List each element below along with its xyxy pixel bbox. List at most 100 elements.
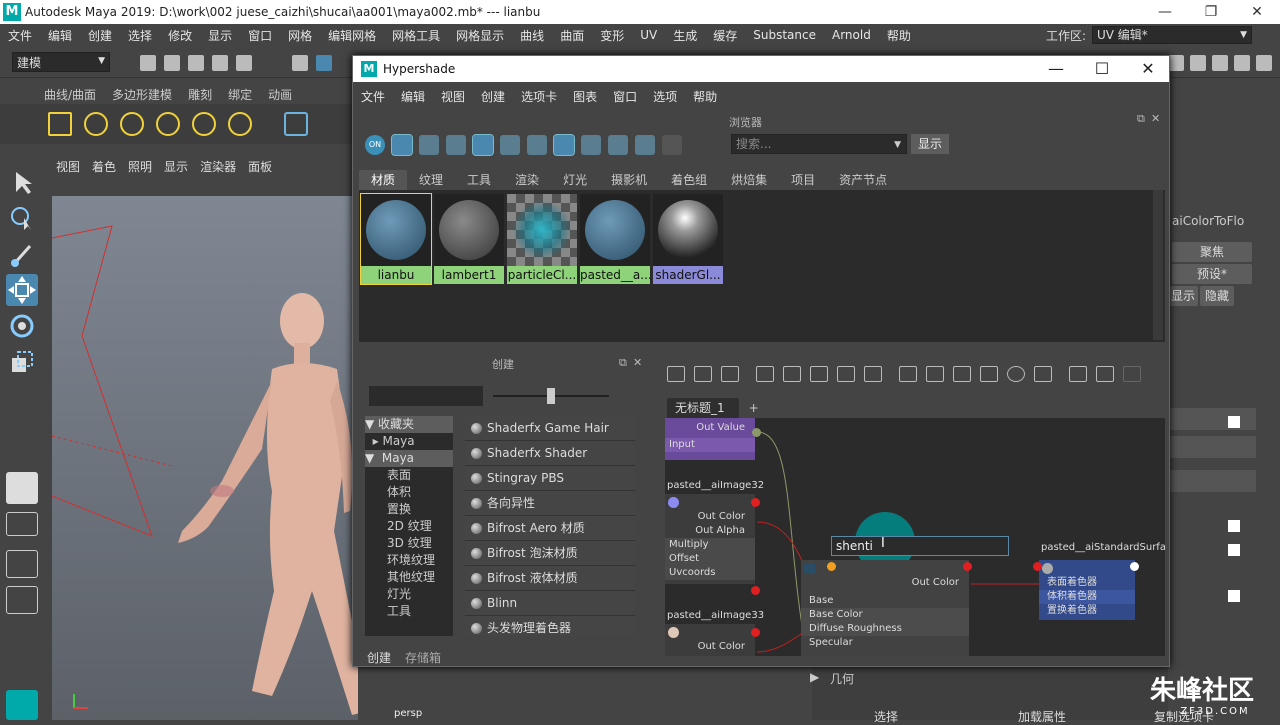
- shader-item[interactable]: Shaderfx Game Hair: [465, 416, 635, 441]
- graph-tab-untitled[interactable]: 无标题_1: [667, 398, 739, 418]
- presets-button[interactable]: 预设*: [1172, 264, 1252, 284]
- category-volume[interactable]: 体积: [365, 484, 453, 501]
- minimize-icon[interactable]: —: [1142, 0, 1188, 24]
- menu-substance[interactable]: Substance: [745, 28, 824, 42]
- shader-item[interactable]: Bifrost 泡沫材质: [465, 541, 635, 566]
- large-swatch-icon[interactable]: [500, 135, 520, 155]
- swatch-scrollbar[interactable]: [1153, 190, 1163, 340]
- connected-mode-icon[interactable]: [926, 366, 944, 382]
- sort-by-type-icon[interactable]: [581, 135, 601, 155]
- shader-item[interactable]: 各向异性: [465, 491, 635, 516]
- shelf-tab-rigging[interactable]: 绑定: [220, 86, 260, 103]
- port-base-color[interactable]: Base Color: [801, 608, 969, 622]
- tab-cameras[interactable]: 摄影机: [599, 170, 659, 190]
- graph-io-icon[interactable]: [694, 366, 712, 382]
- expand-arrow-icon[interactable]: ▶: [810, 670, 819, 684]
- shader-item[interactable]: Bifrost 液体材质: [465, 566, 635, 591]
- category-other-textures[interactable]: 其他纹理: [365, 569, 453, 586]
- checker-map-icon[interactable]: [1228, 416, 1240, 428]
- port-multiply[interactable]: Multiply: [665, 538, 755, 552]
- menu-curves[interactable]: 曲线: [512, 27, 552, 44]
- clear-graph-icon[interactable]: [810, 366, 828, 382]
- add-graph-tab-button[interactable]: +: [739, 398, 769, 418]
- lasso-tool-icon[interactable]: [6, 202, 38, 234]
- xlarge-swatch-icon[interactable]: [527, 135, 547, 155]
- frame-all-icon[interactable]: [1034, 366, 1052, 382]
- create-float-icon[interactable]: ⧉: [619, 356, 627, 370]
- viewport-menu-show[interactable]: 显示: [158, 158, 194, 175]
- open-scene-icon[interactable]: [164, 55, 180, 71]
- tab-materials[interactable]: 材质: [359, 170, 408, 190]
- load-attributes-button[interactable]: 加载属性: [1018, 708, 1066, 725]
- viewport-menu-panels[interactable]: 面板: [242, 158, 278, 175]
- material-swatch[interactable]: lianbu: [360, 193, 432, 285]
- aiimage33-node[interactable]: Out Color: [665, 624, 755, 656]
- menu-edit[interactable]: 编辑: [40, 27, 80, 44]
- port-out-color[interactable]: Out Color: [665, 640, 755, 654]
- show-button[interactable]: 显示: [1168, 286, 1198, 306]
- pin-icon[interactable]: [1123, 366, 1141, 382]
- shelf-tab-animation[interactable]: 动画: [260, 86, 300, 103]
- mode-dropdown[interactable]: 建模: [12, 52, 110, 72]
- show-filter-button[interactable]: 显示: [911, 134, 949, 154]
- save-scene-icon[interactable]: [188, 55, 204, 71]
- shader-item[interactable]: Stingray PBS: [465, 466, 635, 491]
- menu-display[interactable]: 显示: [200, 27, 240, 44]
- medium-swatch-icon[interactable]: [472, 134, 494, 156]
- attribute-editor-icon[interactable]: [1234, 55, 1250, 71]
- restore-icon[interactable]: ❐: [1188, 0, 1234, 24]
- port-volume-shader[interactable]: 体积着色器: [1039, 590, 1135, 604]
- checker-map-icon[interactable]: [1228, 590, 1240, 602]
- scale-tool-icon[interactable]: [6, 346, 38, 378]
- viewport-menu-shading[interactable]: 着色: [86, 158, 122, 175]
- node-rename-field[interactable]: shenti: [831, 536, 1009, 556]
- shader-item[interactable]: Blinn: [465, 591, 635, 616]
- toggle-swatch-icon[interactable]: [864, 366, 882, 382]
- character-model[interactable]: [162, 291, 358, 720]
- poly-cube-icon[interactable]: [284, 112, 308, 136]
- panel-layout-icon[interactable]: [1212, 55, 1228, 71]
- focus-button[interactable]: 聚焦: [1172, 242, 1252, 262]
- filter-icon[interactable]: [662, 135, 682, 155]
- category-surface[interactable]: 表面: [365, 467, 453, 484]
- tab-bake-sets[interactable]: 烘焙集: [719, 170, 779, 190]
- port-out-color[interactable]: Out Color: [801, 576, 969, 590]
- port-dot[interactable]: [751, 628, 760, 637]
- redo-icon[interactable]: [236, 55, 252, 71]
- port-input[interactable]: Input: [665, 438, 755, 452]
- slider-handle[interactable]: [547, 388, 555, 404]
- port-dot[interactable]: [751, 586, 760, 595]
- category-env-textures[interactable]: 环境纹理: [365, 552, 453, 569]
- menu-mesh-tools[interactable]: 网格工具: [384, 27, 448, 44]
- menu-surfaces[interactable]: 曲面: [552, 27, 592, 44]
- hs-menu-options[interactable]: 选项: [645, 88, 685, 105]
- sort-by-name-icon[interactable]: [553, 134, 575, 156]
- menu-file[interactable]: 文件: [0, 27, 40, 44]
- menu-uv[interactable]: UV: [632, 28, 665, 42]
- hide-button[interactable]: 隐藏: [1200, 286, 1234, 306]
- material-swatch[interactable]: pasted__a...: [580, 194, 650, 284]
- menu-arnold[interactable]: Arnold: [824, 28, 879, 42]
- category-3d-textures[interactable]: 3D 纹理: [365, 535, 453, 552]
- select-tool-icon[interactable]: [6, 166, 38, 198]
- material-swatch[interactable]: shaderGl...: [653, 194, 723, 284]
- port-dot[interactable]: [827, 562, 836, 571]
- search-icon[interactable]: [1007, 366, 1025, 382]
- geometry-section[interactable]: 几何: [830, 670, 854, 687]
- viewport-menu-view[interactable]: 视图: [50, 158, 86, 175]
- cluster-icon[interactable]: [84, 112, 108, 136]
- category-lights[interactable]: 灯光: [365, 586, 453, 603]
- move-tool-icon[interactable]: [6, 274, 38, 306]
- category-maya[interactable]: ▼ Maya: [365, 450, 453, 467]
- hs-menu-tabs[interactable]: 选项卡: [513, 88, 565, 105]
- locator-icon[interactable]: [48, 112, 72, 136]
- port-uvcoords[interactable]: Uvcoords: [665, 566, 755, 580]
- select-hierarchy-icon[interactable]: [292, 55, 308, 71]
- shelf-tab-poly[interactable]: 多边形建模: [104, 86, 180, 103]
- hs-menu-help[interactable]: 帮助: [685, 88, 725, 105]
- category-2d-textures[interactable]: 2D 纹理: [365, 518, 453, 535]
- port-dot[interactable]: [963, 562, 972, 571]
- select-object-icon[interactable]: [316, 55, 332, 71]
- menu-help[interactable]: 帮助: [879, 27, 919, 44]
- menu-mesh[interactable]: 网格: [280, 27, 320, 44]
